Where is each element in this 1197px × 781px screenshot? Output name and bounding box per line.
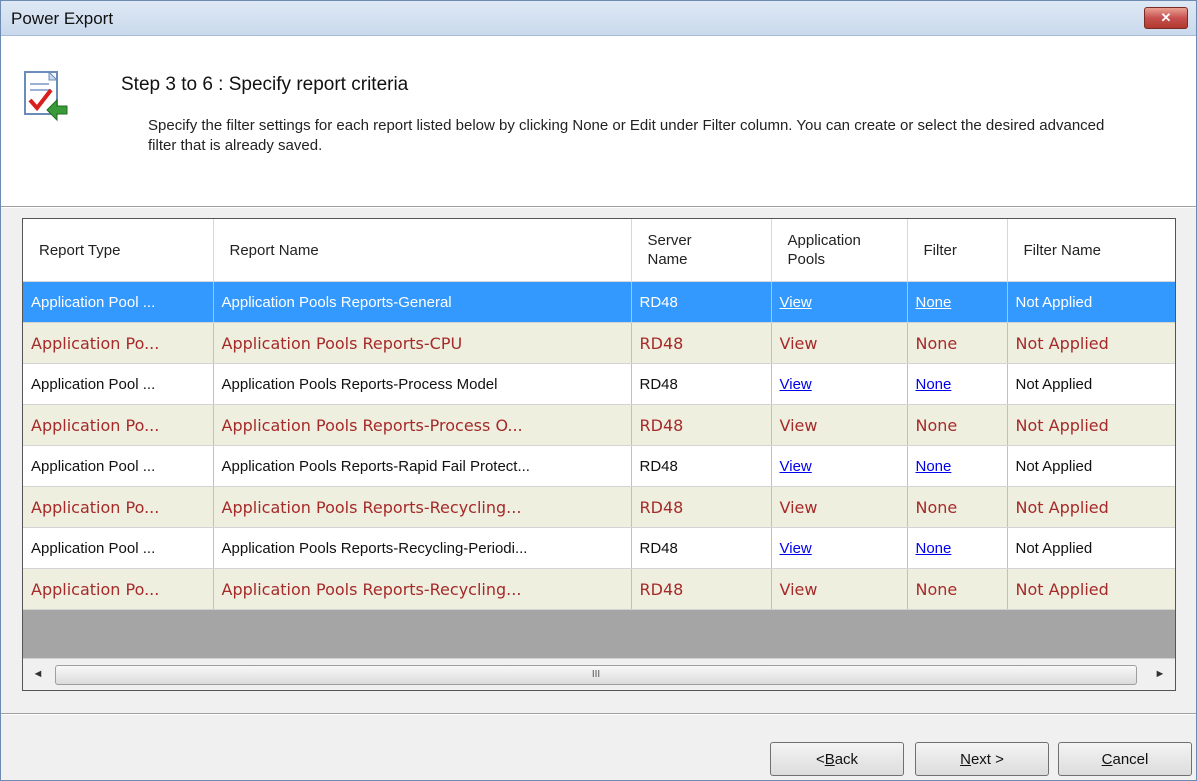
scroll-right-icon[interactable]: ► bbox=[1145, 659, 1175, 690]
horizontal-scrollbar[interactable]: ◄ III ► bbox=[23, 658, 1175, 690]
view-pools-link[interactable]: View bbox=[771, 404, 908, 446]
filter-name-cell: Not Applied bbox=[1007, 527, 1175, 569]
next-button[interactable]: Next > bbox=[915, 742, 1049, 776]
server-name-cell: RD48 bbox=[631, 486, 772, 528]
report-name-cell: Application Pools Reports-CPU bbox=[213, 322, 632, 364]
column-header-report-name[interactable]: Report Name bbox=[213, 219, 632, 282]
filter-none-link[interactable]: None bbox=[907, 445, 1008, 487]
report-type-cell: Application Pool ... bbox=[23, 363, 214, 405]
view-pools-link[interactable]: View bbox=[771, 527, 908, 569]
report-table: Report Type Report Name Server Name Appl… bbox=[23, 219, 1175, 610]
filter-name-cell: Not Applied bbox=[1007, 281, 1175, 323]
server-name-cell: RD48 bbox=[631, 445, 772, 487]
column-header-filter-name[interactable]: Filter Name bbox=[1007, 219, 1175, 282]
report-name-cell: Application Pools Reports-General bbox=[213, 281, 632, 323]
column-header-application-pools[interactable]: Application Pools bbox=[771, 219, 908, 282]
server-name-cell: RD48 bbox=[631, 527, 772, 569]
header-divider bbox=[1, 206, 1196, 208]
scroll-thumb[interactable]: III bbox=[55, 665, 1137, 685]
filter-name-cell: Not Applied bbox=[1007, 486, 1175, 528]
back-button-mnemonic: B bbox=[824, 751, 835, 768]
server-name-cell: RD48 bbox=[631, 568, 772, 610]
report-type-cell: Application Po... bbox=[23, 404, 214, 446]
footer-divider bbox=[1, 713, 1196, 715]
column-header-server-name[interactable]: Server Name bbox=[631, 219, 772, 282]
filter-none-link[interactable]: None bbox=[907, 486, 1008, 528]
table-row[interactable]: Application Pool ... Application Pools R… bbox=[23, 527, 1175, 569]
next-button-label: ext > bbox=[970, 751, 1004, 768]
table-row[interactable]: Application Pool ... Application Pools R… bbox=[23, 445, 1175, 487]
report-name-cell: Application Pools Reports-Recycling-Peri… bbox=[213, 527, 632, 569]
application-pools-header-label: Application Pools bbox=[787, 232, 861, 268]
wizard-header: Step 3 to 6 : Specify report criteria Sp… bbox=[1, 36, 1196, 206]
report-name-cell: Application Pools Reports-Recycling... bbox=[213, 568, 632, 610]
column-header-filter[interactable]: Filter bbox=[907, 219, 1008, 282]
report-name-cell: Application Pools Reports-Rapid Fail Pro… bbox=[213, 445, 632, 487]
report-type-cell: Application Po... bbox=[23, 322, 214, 364]
table-row[interactable]: Application Po... Application Pools Repo… bbox=[23, 568, 1175, 610]
close-button[interactable]: ✕ bbox=[1144, 7, 1188, 29]
filter-none-link[interactable]: None bbox=[907, 281, 1008, 323]
server-name-cell: RD48 bbox=[631, 404, 772, 446]
report-type-cell: Application Pool ... bbox=[23, 445, 214, 487]
report-type-cell: Application Pool ... bbox=[23, 281, 214, 323]
filter-none-link[interactable]: None bbox=[907, 404, 1008, 446]
cancel-button-label: ancel bbox=[1112, 751, 1149, 768]
filter-name-cell: Not Applied bbox=[1007, 445, 1175, 487]
table-row[interactable]: Application Po... Application Pools Repo… bbox=[23, 322, 1175, 364]
view-pools-link[interactable]: View bbox=[771, 486, 908, 528]
view-pools-link[interactable]: View bbox=[771, 322, 908, 364]
next-button-mnemonic: N bbox=[960, 751, 971, 768]
view-pools-link[interactable]: View bbox=[771, 281, 908, 323]
filter-name-cell: Not Applied bbox=[1007, 363, 1175, 405]
table-row[interactable]: Application Po... Application Pools Repo… bbox=[23, 404, 1175, 446]
view-pools-link[interactable]: View bbox=[771, 445, 908, 487]
server-name-cell: RD48 bbox=[631, 363, 772, 405]
view-pools-link[interactable]: View bbox=[771, 568, 908, 610]
title-bar: Power Export ✕ bbox=[1, 1, 1196, 36]
report-type-cell: Application Po... bbox=[23, 486, 214, 528]
view-pools-link[interactable]: View bbox=[771, 363, 908, 405]
step-description: Specify the filter settings for each rep… bbox=[148, 117, 1105, 154]
report-type-cell: Application Pool ... bbox=[23, 527, 214, 569]
close-icon: ✕ bbox=[1160, 10, 1172, 25]
table-row[interactable]: Application Po... Application Pools Repo… bbox=[23, 486, 1175, 528]
back-button-prefix: < bbox=[815, 751, 825, 768]
table-row[interactable]: Application Pool ... Application Pools R… bbox=[23, 363, 1175, 405]
back-button-label: ack bbox=[834, 751, 859, 768]
column-header-report-type[interactable]: Report Type bbox=[23, 219, 214, 282]
filter-name-cell: Not Applied bbox=[1007, 568, 1175, 610]
cancel-button-mnemonic: C bbox=[1101, 751, 1113, 768]
back-button[interactable]: <Back bbox=[770, 742, 904, 776]
table-row[interactable]: Application Pool ... Application Pools R… bbox=[23, 281, 1175, 323]
scroll-grip-icon: III bbox=[591, 669, 601, 680]
filter-none-link[interactable]: None bbox=[907, 322, 1008, 364]
report-name-cell: Application Pools Reports-Process O... bbox=[213, 404, 632, 446]
server-name-cell: RD48 bbox=[631, 281, 772, 323]
window-title: Power Export bbox=[11, 9, 114, 28]
power-export-window: Power Export ✕ Step 3 to 6 : Specify rep… bbox=[0, 0, 1197, 781]
header-row: Report Type Report Name Server Name Appl… bbox=[23, 219, 1175, 282]
server-name-header-label: Server Name bbox=[647, 232, 692, 268]
step-title: Step 3 to 6 : Specify report criteria bbox=[121, 74, 409, 95]
filter-none-link[interactable]: None bbox=[907, 527, 1008, 569]
report-name-cell: Application Pools Reports-Recycling... bbox=[213, 486, 632, 528]
server-name-cell: RD48 bbox=[631, 322, 772, 364]
filter-none-link[interactable]: None bbox=[907, 568, 1008, 610]
filter-none-link[interactable]: None bbox=[907, 363, 1008, 405]
cancel-button[interactable]: Cancel bbox=[1058, 742, 1192, 776]
report-grid[interactable]: Report Type Report Name Server Name Appl… bbox=[22, 218, 1176, 691]
report-name-cell: Application Pools Reports-Process Model bbox=[213, 363, 632, 405]
filter-name-cell: Not Applied bbox=[1007, 322, 1175, 364]
scroll-left-icon[interactable]: ◄ bbox=[23, 659, 53, 690]
report-type-cell: Application Po... bbox=[23, 568, 214, 610]
report-check-icon bbox=[24, 70, 68, 122]
filter-name-cell: Not Applied bbox=[1007, 404, 1175, 446]
